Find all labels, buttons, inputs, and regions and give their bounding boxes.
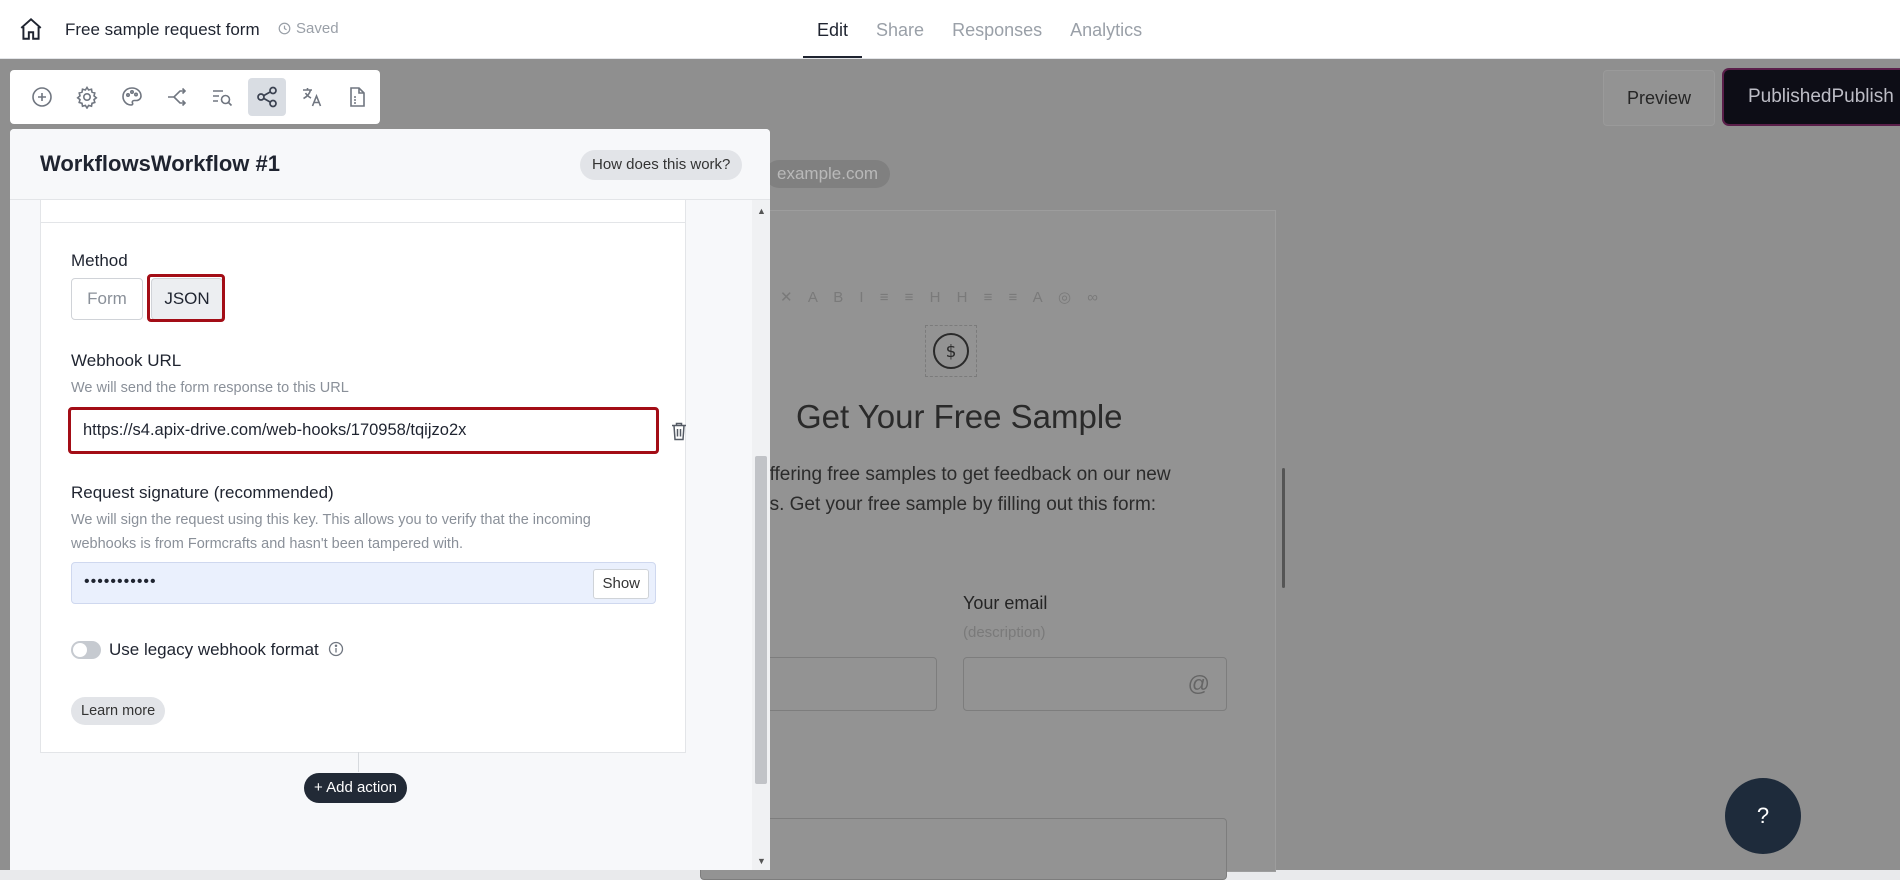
panel-body: Method Form JSON Webhook URL We will sen… bbox=[10, 200, 750, 870]
translate-icon bbox=[303, 88, 322, 107]
search-list-icon bbox=[213, 90, 233, 107]
method-form-option[interactable]: Form bbox=[71, 278, 143, 320]
gear-icon bbox=[76, 86, 98, 109]
address-field bbox=[700, 818, 1227, 880]
action-connector bbox=[358, 752, 359, 772]
tab-edit[interactable]: Edit bbox=[803, 0, 863, 58]
scroll-up-icon[interactable]: ▲ bbox=[757, 206, 766, 216]
theme-tool[interactable] bbox=[113, 78, 151, 116]
saved-label: Saved bbox=[296, 20, 339, 37]
tab-analytics[interactable]: Analytics bbox=[1056, 0, 1156, 58]
logic-tool[interactable] bbox=[158, 78, 196, 116]
legacy-format-label: Use legacy webhook format bbox=[109, 640, 319, 659]
form-heading-text: Get Your Free Sample bbox=[796, 398, 1123, 435]
text-format-toolbar: ✕ A B I ≡ ≡ H H ≡ ≡ A ◎ ∞ bbox=[780, 289, 1104, 306]
panel-header: WorkflowsWorkflow #1 How does this work? bbox=[10, 129, 770, 200]
signature-key-field[interactable]: ••••••••••• Show bbox=[71, 562, 656, 604]
at-icon: @ bbox=[1187, 671, 1210, 696]
logic-icon bbox=[168, 87, 187, 107]
document-icon bbox=[350, 87, 365, 107]
pages-tool[interactable] bbox=[338, 78, 376, 116]
webhook-url-help: We will send the form response to this U… bbox=[71, 380, 349, 396]
main-tabs: Edit Share Responses Analytics bbox=[803, 0, 1156, 58]
workflow-panel: WorkflowsWorkflow #1 How does this work?… bbox=[10, 129, 770, 870]
method-label: Method bbox=[71, 251, 128, 270]
how-does-this-work-button[interactable]: How does this work? bbox=[580, 150, 743, 180]
saved-status: Saved bbox=[278, 20, 339, 37]
signature-help: We will sign the request using this key.… bbox=[71, 512, 591, 552]
form-preview-card bbox=[730, 210, 1276, 872]
legacy-format-toggle[interactable] bbox=[71, 641, 101, 659]
webhook-url-label: Webhook URL bbox=[71, 351, 182, 370]
webhook-url-input[interactable]: https://s4.apix-drive.com/web-hooks/1709… bbox=[68, 407, 659, 454]
editor-toolbar bbox=[10, 70, 380, 124]
webhook-action-card: Method Form JSON Webhook URL We will sen… bbox=[40, 200, 686, 753]
svg-text:$: $ bbox=[946, 342, 957, 362]
panel-title: WorkflowsWorkflow #1 bbox=[40, 151, 281, 176]
form-title: Free sample request form bbox=[65, 20, 260, 39]
domain-tag: example.com bbox=[765, 160, 891, 188]
info-icon[interactable] bbox=[328, 641, 344, 657]
clock-icon bbox=[278, 22, 291, 35]
form-description: is offering free samples to get feedback… bbox=[740, 464, 1171, 515]
learn-more-button[interactable]: Learn more bbox=[71, 697, 166, 725]
translate-tool[interactable] bbox=[293, 78, 331, 116]
workflow-icon bbox=[257, 86, 277, 108]
add-action-button[interactable]: + Add action bbox=[304, 773, 407, 803]
palette-icon bbox=[122, 87, 142, 106]
top-bar: Free sample request form Saved Edit Shar… bbox=[0, 0, 1900, 59]
settings-tool[interactable] bbox=[68, 78, 106, 116]
panel-scrollbar[interactable]: ▲ ▼ bbox=[752, 200, 770, 870]
email-label: Your email bbox=[963, 593, 1048, 613]
home-icon[interactable] bbox=[18, 16, 44, 42]
json-highlight bbox=[147, 274, 225, 322]
publish-button[interactable]: PublishedPublish bbox=[1724, 70, 1900, 124]
scroll-thumb[interactable] bbox=[755, 456, 767, 784]
dollar-icon: $ bbox=[925, 325, 977, 377]
email-field: @ bbox=[963, 657, 1227, 711]
preview-button[interactable]: Preview bbox=[1603, 70, 1715, 126]
workflows-tool[interactable] bbox=[248, 78, 286, 116]
add-field-tool[interactable] bbox=[23, 78, 61, 116]
scroll-down-icon[interactable]: ▼ bbox=[757, 856, 766, 866]
help-button[interactable]: ? bbox=[1725, 778, 1801, 854]
card-divider bbox=[41, 222, 685, 223]
search-tool[interactable] bbox=[203, 78, 241, 116]
canvas-scrollbar bbox=[1282, 468, 1285, 588]
trash-icon[interactable] bbox=[670, 421, 688, 441]
signature-key-value: ••••••••••• bbox=[84, 573, 157, 590]
add-icon bbox=[32, 87, 52, 107]
tab-share[interactable]: Share bbox=[862, 0, 938, 58]
email-description: (description) bbox=[963, 624, 1046, 641]
show-key-button[interactable]: Show bbox=[593, 569, 649, 599]
signature-label: Request signature (recommended) bbox=[71, 483, 334, 502]
tab-responses[interactable]: Responses bbox=[938, 0, 1056, 58]
